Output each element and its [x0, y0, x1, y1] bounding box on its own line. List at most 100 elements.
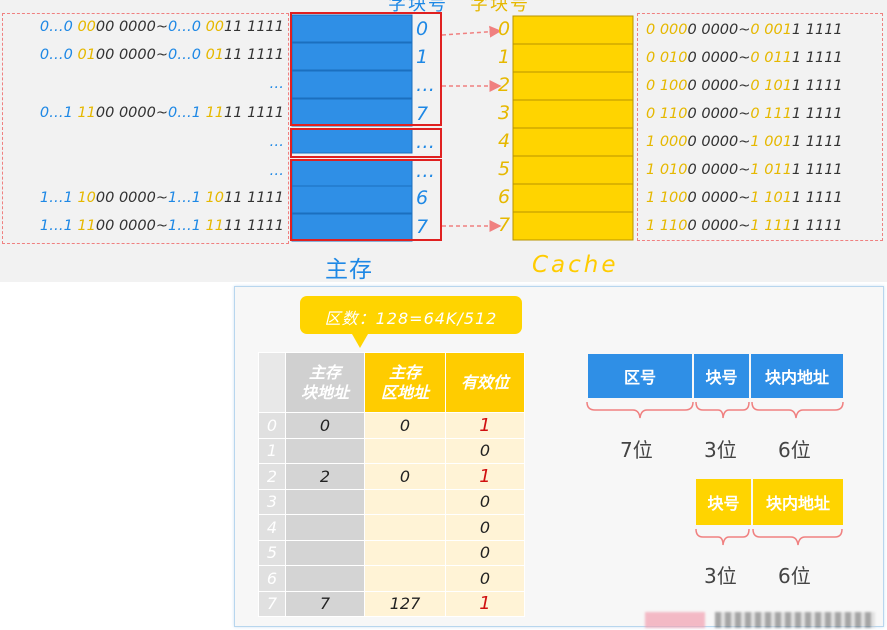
- cache-address-row: 0 0000 0000~0 0011 1111: [646, 22, 843, 38]
- table-row: 30: [258, 488, 525, 515]
- row-region-address: [364, 488, 446, 515]
- cache-block: [512, 43, 634, 73]
- cache-block-number: 0: [498, 18, 511, 40]
- cache-block: [512, 183, 634, 213]
- table-row: 40: [258, 514, 525, 541]
- table-row: 10: [258, 437, 525, 464]
- main-address-box: 0…0 0000 0000~0…0 0011 1111 0…0 0100 0000…: [2, 13, 289, 244]
- cache-block: [512, 15, 634, 45]
- cache-block-number: 1: [498, 46, 511, 68]
- cache-block: [512, 127, 634, 157]
- main-address-row: …: [269, 163, 285, 179]
- row-block-address: [285, 514, 365, 541]
- table-row: 2201: [258, 463, 525, 490]
- header-block-address: 主存 块地址: [285, 352, 365, 413]
- main-address-row: 1…1 1000 0000~1…1 1011 1111: [39, 190, 284, 206]
- cache-address-row: 0 0100 0000~0 0111 1111: [646, 50, 843, 66]
- main-block-number: 1: [416, 46, 429, 68]
- row-block-address: [285, 437, 365, 464]
- main-format-braces: [586, 401, 844, 419]
- main-block: [291, 98, 413, 127]
- main-block-numbers: 0 1 … 7 … … 6 7: [412, 14, 442, 244]
- row-index: 0: [258, 412, 286, 439]
- region-count-tooltip: 区数：128=64K/512: [300, 296, 522, 348]
- main-address-row: 1…1 1100 0000~1…1 1111 1111: [39, 218, 284, 234]
- watermark-logo: [645, 612, 705, 628]
- row-block-address: [285, 565, 365, 592]
- cache-block-number: 2: [498, 74, 511, 96]
- main-block-number: 7: [416, 103, 429, 125]
- main-address-row: …: [269, 134, 285, 150]
- row-index: 1: [258, 437, 286, 464]
- row-index: 6: [258, 565, 286, 592]
- cache-label: Cache: [532, 252, 619, 278]
- main-block: [291, 70, 413, 99]
- main-block: [291, 14, 413, 43]
- row-region-address: [364, 539, 446, 566]
- row-region-address: [364, 437, 446, 464]
- header-block-address-text: 主存 块地址: [300, 362, 349, 402]
- cache-address-box: 0 0000 0000~0 0011 1111 0 0100 0000~0 011…: [637, 13, 883, 241]
- table-corner: [258, 352, 286, 413]
- main-address-row: 0…0 0000 0000~0…0 0011 1111: [39, 19, 284, 35]
- cache-bits-offset: 6位: [778, 564, 811, 588]
- main-block: [291, 128, 413, 154]
- row-index: 7: [258, 590, 286, 617]
- cache-block: [512, 99, 634, 129]
- main-block-number: 0: [416, 18, 429, 40]
- row-index: 2: [258, 463, 286, 490]
- tag-table: 主存 块地址 主存 区地址 有效位 0 0 0 1 1 0 2 2 0 1 3 0 4 0 5 0 6 0 7 7 127 1: [258, 352, 525, 617]
- main-block: [291, 159, 413, 188]
- cache-address-row: 1 0100 0000~1 0111 1111: [646, 162, 843, 178]
- cache-block: [512, 155, 634, 185]
- row-block-address: [285, 539, 365, 566]
- table-row: 0001: [258, 412, 525, 439]
- cache-block-number: 4: [498, 130, 511, 152]
- main-block-number: 7: [416, 216, 429, 238]
- main-block-number: …: [416, 131, 435, 153]
- row-index: 3: [258, 488, 286, 515]
- main-block-number: 6: [416, 187, 429, 209]
- row-index: 5: [258, 539, 286, 566]
- row-index: 4: [258, 514, 286, 541]
- row-valid-bit: 1: [445, 412, 525, 439]
- bits-block: 3位: [704, 438, 737, 462]
- cache-address-row: 1 1000 0000~1 1011 1111: [646, 190, 843, 206]
- field-block-number: 块号: [694, 354, 749, 398]
- arrow-block0: [441, 25, 502, 38]
- row-block-address: [285, 488, 365, 515]
- bits-offset: 6位: [778, 438, 811, 462]
- row-block-address: 0: [285, 412, 365, 439]
- main-address-row: 0…0 0100 0000~0…0 0111 1111: [39, 47, 284, 63]
- row-region-address: 0: [364, 463, 446, 490]
- header-valid-bit: 有效位: [445, 352, 525, 413]
- row-valid-bit: 0: [445, 565, 525, 592]
- field-region-number: 区号: [588, 354, 692, 398]
- main-block: [291, 213, 413, 242]
- cache-format-braces: [695, 528, 843, 546]
- table-row: 50: [258, 539, 525, 566]
- cache-address-row: 1 1100 0000~1 1111 1111: [646, 218, 843, 234]
- main-block: [291, 185, 413, 214]
- cache-field-offset: 块内地址: [753, 479, 843, 525]
- row-valid-bit: 0: [445, 514, 525, 541]
- table-row: 60: [258, 565, 525, 592]
- row-region-address: [364, 514, 446, 541]
- row-valid-bit: 0: [445, 488, 525, 515]
- row-valid-bit: 1: [445, 463, 525, 490]
- main-block-number: …: [416, 74, 435, 96]
- row-valid-bit: 1: [445, 590, 525, 617]
- main-address-row: 0…1 1100 0000~0…1 1111 1111: [39, 105, 284, 121]
- cache-block: [512, 211, 634, 241]
- bits-region: 7位: [620, 438, 653, 462]
- row-valid-bit: 0: [445, 539, 525, 566]
- row-region-address: 0: [364, 412, 446, 439]
- header-region-address-text: 主存 区地址: [380, 362, 429, 402]
- cache-field-block-number: 块号: [696, 479, 751, 525]
- main-memory-label: 主存: [325, 257, 373, 283]
- tooltip-text: 区数：128=64K/512: [324, 309, 498, 328]
- main-block-number: …: [416, 160, 435, 182]
- cache-block-number: 6: [498, 186, 511, 208]
- watermark-text: [715, 612, 875, 628]
- tooltip-pointer: [352, 334, 368, 348]
